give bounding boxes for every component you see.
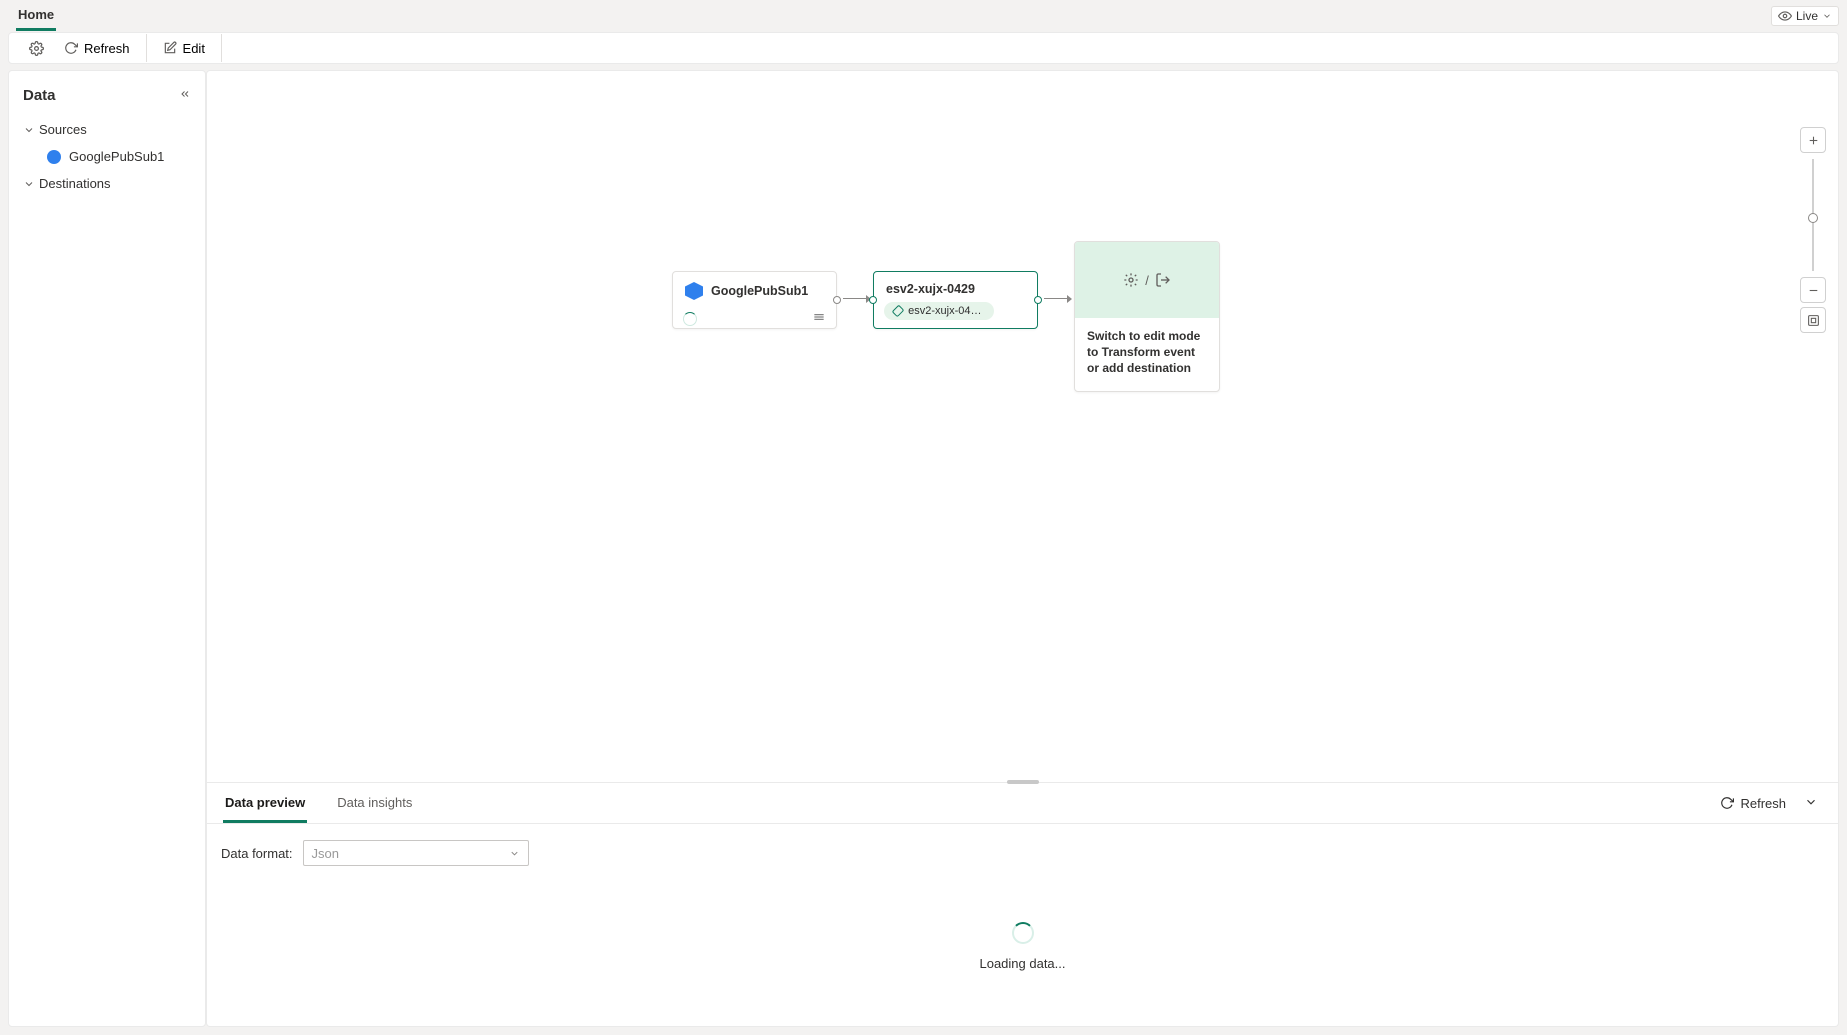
destination-hint-text: Switch to edit mode to Transform event o… [1075,318,1219,391]
fit-icon [1807,314,1820,327]
slash: / [1145,273,1149,288]
gear-icon [29,41,44,56]
sidebar: Data Sources GooglePubSub1 Destinations [8,70,206,1027]
toolbar-divider [146,34,147,62]
bottom-panel: Data preview Data insights Refresh [206,783,1839,1027]
panel-refresh-label: Refresh [1740,796,1786,811]
chevron-double-left-icon [179,88,191,100]
node-source[interactable]: GooglePubSub1 [672,271,837,329]
edge [843,297,867,299]
zoom-controls [1800,125,1826,335]
edit-label: Edit [183,41,205,56]
chip-label: esv2-xujx-0429-str... [908,305,984,317]
refresh-icon [64,41,78,55]
source-icon [47,150,61,164]
plus-icon [1807,134,1820,147]
tree-group-label: Destinations [39,176,111,191]
tab-home[interactable]: Home [16,1,56,31]
edit-icon [163,41,177,55]
chevron-down-icon [23,124,35,136]
panel-collapse-button[interactable] [1800,795,1822,812]
settings-button[interactable] [21,34,52,62]
tabbar: Home Live [0,0,1847,32]
flow-graph: GooglePubSub1 [672,271,1220,392]
output-port[interactable] [1034,296,1042,304]
menu-icon [812,310,826,324]
sidebar-title: Data [23,87,56,104]
chevron-down-icon [23,178,35,190]
refresh-label: Refresh [84,41,130,56]
fit-view-button[interactable] [1800,307,1826,333]
data-format-value: Json [312,846,339,861]
pubsub-icon [685,282,703,300]
tab-data-preview[interactable]: Data preview [223,783,307,823]
tab-data-insights[interactable]: Data insights [335,783,414,823]
destination-hint-card[interactable]: / Switch to edit mode to Transform event… [1074,241,1220,392]
zoom-in-button[interactable] [1800,127,1826,153]
zoom-out-button[interactable] [1800,277,1826,303]
live-mode-chip[interactable]: Live [1771,6,1839,26]
zoom-thumb[interactable] [1808,213,1818,223]
stream-chip[interactable]: esv2-xujx-0429-str... [884,302,994,320]
tree-item-label: GooglePubSub1 [69,149,164,164]
canvas[interactable]: GooglePubSub1 [206,70,1839,783]
data-format-label: Data format: [221,846,293,861]
chevron-down-icon [1822,11,1832,21]
refresh-button[interactable]: Refresh [56,34,138,62]
minus-icon [1807,284,1820,297]
collapse-sidebar-button[interactable] [179,88,191,103]
toolbar: Refresh Edit [8,32,1839,64]
toolbar-divider-2 [221,34,222,62]
zoom-slider[interactable] [1812,159,1814,271]
eye-icon [1778,9,1792,23]
edge [1044,297,1068,299]
tree-group-destinations[interactable]: Destinations [17,170,197,197]
link-icon [892,305,905,318]
refresh-icon [1720,796,1734,810]
loading-spinner-icon [1012,922,1034,944]
data-format-select[interactable]: Json [303,840,529,866]
tree-item-googlepubsub1[interactable]: GooglePubSub1 [17,143,197,170]
panel-resize-handle[interactable] [1007,780,1039,784]
tree-group-label: Sources [39,122,87,137]
chevron-down-icon [1804,795,1818,809]
input-port[interactable] [869,296,877,304]
tree-group-sources[interactable]: Sources [17,116,197,143]
output-port[interactable] [833,296,841,304]
node-menu-button[interactable] [812,310,826,327]
panel-refresh-button[interactable]: Refresh [1720,796,1786,811]
loading-spinner-icon [683,312,697,326]
node-stream[interactable]: esv2-xujx-0429 esv2-xujx-0429-str... [873,271,1038,329]
edit-button[interactable]: Edit [155,34,213,62]
node-title: GooglePubSub1 [711,284,808,298]
transform-icon [1123,272,1139,288]
loading-text: Loading data... [979,956,1065,971]
chevron-down-icon [509,848,520,859]
node-title: esv2-xujx-0429 [886,282,975,296]
output-icon [1155,272,1171,288]
live-mode-label: Live [1796,9,1818,23]
